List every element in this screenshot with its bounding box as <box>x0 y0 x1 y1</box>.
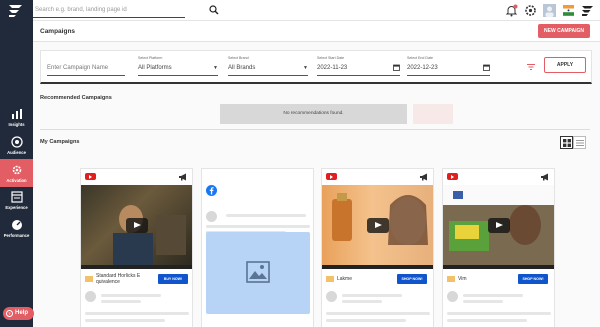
megaphone-icon[interactable] <box>178 173 188 181</box>
calendar-icon[interactable] <box>483 64 490 71</box>
avatar[interactable] <box>543 4 556 17</box>
sidebar-item-experience[interactable]: Experience <box>0 191 33 210</box>
campaign-card[interactable]: Standard Horlicks E quivalence BUY NOW! <box>80 168 193 327</box>
divider <box>40 129 590 130</box>
layout-icon <box>10 191 23 203</box>
sidebar-item-label: Activation <box>6 178 27 183</box>
play-icon[interactable] <box>125 217 148 233</box>
youtube-icon <box>447 173 458 180</box>
youtube-icon <box>326 173 337 180</box>
sidebar-item-activation[interactable]: Activation <box>0 159 33 187</box>
chevron-down-icon: ▼ <box>303 65 308 71</box>
sidebar-item-label: Performance <box>3 233 30 238</box>
campaign-card[interactable] <box>201 168 314 327</box>
recommended-campaigns-title: Recommended Campaigns <box>40 95 112 101</box>
help-button[interactable]: ? Help <box>3 307 34 320</box>
target-icon <box>10 136 23 148</box>
calendar-icon[interactable] <box>393 64 400 71</box>
facebook-icon <box>206 185 217 196</box>
campaign-name-field[interactable]: Enter Campaign Name <box>47 56 125 76</box>
video-thumbnail[interactable] <box>322 185 433 265</box>
brand-name: Standard Horlicks E quivalence <box>96 273 141 285</box>
youtube-icon <box>85 173 96 180</box>
avatar <box>326 291 337 302</box>
chevron-down-icon: ▼ <box>213 65 218 71</box>
image-icon <box>246 261 270 283</box>
search-icon[interactable] <box>209 5 219 15</box>
cta-button[interactable]: BUY NOW! <box>158 274 188 284</box>
sidebar-item-label: Insights <box>8 122 25 127</box>
filter-bar: Enter Campaign Name Select Platform All … <box>40 50 592 84</box>
video-thumbnail[interactable] <box>443 185 554 265</box>
platform-select[interactable]: Select Platform All Platforms ▼ <box>138 56 218 76</box>
help-label: Help <box>15 310 29 316</box>
sidebar-item-insights[interactable]: Insights <box>0 108 33 127</box>
page-header: Campaigns NEW CAMPAIGN <box>33 21 600 42</box>
megaphone-icon[interactable] <box>419 173 429 181</box>
avatar <box>447 291 458 302</box>
avatar <box>206 211 217 222</box>
megaphone-icon[interactable] <box>540 173 550 181</box>
brand-select[interactable]: Select Brand All Brands ▼ <box>228 56 308 76</box>
gauge-icon <box>11 220 22 230</box>
brand-logo-icon <box>85 276 93 282</box>
image-placeholder <box>206 232 310 314</box>
new-campaign-button[interactable]: NEW CAMPAIGN <box>538 24 590 38</box>
brand-logo-icon <box>582 6 593 16</box>
app-logo[interactable] <box>8 4 24 18</box>
settings-icon[interactable] <box>524 4 537 17</box>
filter-icon[interactable] <box>527 63 535 71</box>
recommendation-placeholder <box>413 104 453 124</box>
list-view-icon[interactable] <box>573 136 586 149</box>
cta-button[interactable]: SHOP NOW! <box>397 274 427 284</box>
brand-name: Lakme <box>337 276 353 282</box>
sidebar-item-label: Experience <box>5 205 28 210</box>
play-icon[interactable] <box>487 217 510 233</box>
india-flag-icon[interactable] <box>562 4 575 17</box>
brand-logo-icon <box>447 276 455 282</box>
my-campaigns-title: My Campaigns <box>40 139 80 145</box>
play-icon[interactable] <box>366 217 389 233</box>
page-title: Campaigns <box>40 28 76 35</box>
avatar <box>85 291 96 302</box>
grid-view-icon[interactable] <box>560 136 573 149</box>
cta-row: Lakme SHOP NOW! <box>322 272 433 288</box>
search-input[interactable]: Search e.g. brand, landing page id <box>33 3 185 18</box>
cta-row: Vim SHOP NOW! <box>443 272 554 288</box>
start-date-field[interactable]: Select Start Date 2022-11-23 <box>317 56 400 76</box>
sidebar-item-performance[interactable]: Performance <box>0 219 33 238</box>
no-recommendations-message: No recommendations found. <box>220 104 407 124</box>
cta-row: Standard Horlicks E quivalence BUY NOW! <box>81 272 192 288</box>
sidebar: Insights Audience Activation Experience … <box>0 0 33 327</box>
apply-button[interactable]: APPLY <box>544 57 586 73</box>
campaign-card[interactable]: Lakme SHOP NOW! <box>321 168 434 327</box>
brand-logo-icon <box>326 276 334 282</box>
bell-icon[interactable] <box>505 4 518 17</box>
gear-icon <box>12 165 21 175</box>
brand-name: Vim <box>458 276 467 282</box>
campaign-card[interactable]: Vim SHOP NOW! <box>442 168 555 327</box>
sidebar-item-audience[interactable]: Audience <box>0 136 33 155</box>
bar-chart-icon <box>11 109 22 119</box>
cta-button[interactable]: SHOP NOW! <box>518 274 548 284</box>
view-toggle <box>560 136 586 149</box>
help-icon: ? <box>6 310 13 317</box>
end-date-field[interactable]: Select End Date 2022-12-23 <box>407 56 490 76</box>
top-bar: Search e.g. brand, landing page id <box>33 0 600 21</box>
main-content: Campaigns NEW CAMPAIGN Enter Campaign Na… <box>33 21 600 327</box>
sidebar-item-label: Audience <box>7 150 26 155</box>
video-thumbnail[interactable] <box>81 185 192 265</box>
top-bar-icons <box>505 3 594 18</box>
